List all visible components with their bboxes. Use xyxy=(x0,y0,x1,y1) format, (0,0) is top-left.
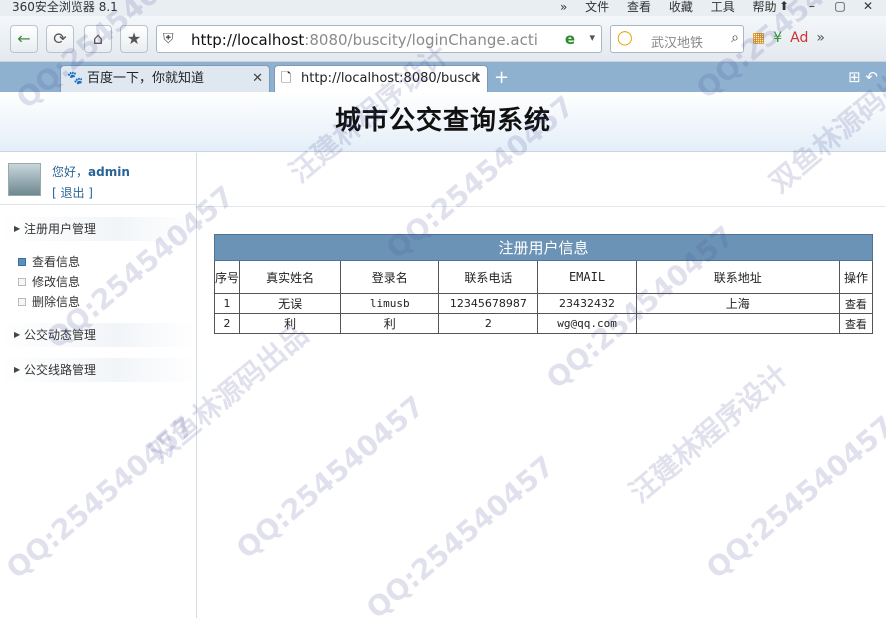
refresh-icon[interactable]: ⟳ xyxy=(46,25,74,53)
tab-tools-icon[interactable]: ⊞ ↶ xyxy=(848,68,878,86)
more-icon[interactable]: » xyxy=(816,30,825,46)
cell-phone: 12345678987 xyxy=(438,293,539,314)
apps-icon[interactable]: ▦ xyxy=(752,30,765,46)
col-header-realname: 真实姓名 xyxy=(239,260,342,294)
cell-email: 23432432 xyxy=(537,293,637,314)
adblock-icon[interactable]: Ad xyxy=(790,30,808,46)
address-bar[interactable]: ⛨ http://localhost:8080/buscity/loginCha… xyxy=(156,25,602,53)
content-top-band xyxy=(198,153,886,207)
shield-icon: ⛨ xyxy=(163,31,174,47)
cell-address xyxy=(635,313,840,334)
sidebar-item-delete[interactable]: 删除信息 xyxy=(18,294,80,310)
minimize-icon[interactable]: – xyxy=(798,0,826,13)
menu-view[interactable]: 查看 xyxy=(627,0,651,14)
address-url[interactable]: http://localhost:8080/buscity/loginChang… xyxy=(191,31,538,49)
browser-menu-bar: » 文件 查看 收藏 工具 帮助 xyxy=(560,0,791,14)
pin-icon[interactable]: ⬆ xyxy=(770,0,798,13)
browser-toolbar: ← ⟳ ⌂ ★ ⛨ http://localhost:8080/buscity/… xyxy=(0,16,886,62)
sidebar-section-bus-news[interactable]: ▶ 公交动态管理 xyxy=(0,323,196,347)
cell-address: 上海 xyxy=(635,293,840,314)
view-link[interactable]: 查看 xyxy=(838,313,874,334)
page-icon: 🗋 xyxy=(281,71,292,86)
col-header-login: 登录名 xyxy=(340,260,440,294)
sidebar-item-view[interactable]: 查看信息 xyxy=(18,254,80,270)
page-title: 城市公交查询系统 xyxy=(334,106,551,136)
search-engine-icon[interactable]: ◯ xyxy=(617,30,633,46)
sidebar: 您好，admin [ 退出 ] ▶ 注册用户管理 查看信息 修改信息 删除信息 … xyxy=(0,153,197,618)
paw-icon: 🐾 xyxy=(67,71,84,86)
bullet-icon xyxy=(18,298,26,306)
bullet-icon xyxy=(18,258,26,266)
sidebar-section-user-management[interactable]: ▶ 注册用户管理 xyxy=(0,217,196,241)
page-header: 城市公交查询系统 xyxy=(0,92,886,152)
col-header-index: 序号 xyxy=(213,260,241,294)
home-icon[interactable]: ⌂ xyxy=(84,25,112,53)
cell-index: 1 xyxy=(213,293,241,314)
sidebar-section-bus-routes[interactable]: ▶ 公交线路管理 xyxy=(0,358,196,382)
bullet-icon xyxy=(18,278,26,286)
new-tab-icon[interactable]: + xyxy=(494,67,509,88)
table-header-row: 序号 真实姓名 登录名 联系电话 EMAIL 联系地址 操作 xyxy=(213,260,874,294)
triangle-right-icon: ▶ xyxy=(14,224,21,233)
tab-localhost[interactable]: 🗋 http://localhost:8080/buscit ✕ xyxy=(274,65,488,92)
browser-title-bar: 360安全浏览器 8.1 » 文件 查看 收藏 工具 帮助 ⬆ – ▢ ✕ xyxy=(0,0,886,16)
ie-mode-icon[interactable]: e xyxy=(565,30,575,48)
close-icon[interactable]: ✕ xyxy=(252,66,263,91)
chevron-down-icon[interactable]: ▾ xyxy=(589,31,595,44)
search-box[interactable]: ◯ 武汉地铁 ⌕ xyxy=(610,25,744,53)
logout-link[interactable]: [ 退出 ] xyxy=(52,184,93,201)
star-icon[interactable]: ★ xyxy=(120,25,148,53)
cell-login: limusb xyxy=(340,293,440,314)
menu-favorites[interactable]: 收藏 xyxy=(669,0,693,14)
cell-phone: 2 xyxy=(438,313,539,334)
user-table: 注册用户信息 序号 真实姓名 登录名 联系电话 EMAIL 联系地址 操作 1 … xyxy=(213,234,874,334)
menu-file[interactable]: 文件 xyxy=(585,0,609,14)
window-controls: ⬆ – ▢ ✕ xyxy=(770,0,882,13)
close-icon[interactable]: ✕ xyxy=(470,66,481,91)
tab-bar: 🐾 百度一下，你就知道 ✕ 🗋 http://localhost:8080/bu… xyxy=(0,62,886,92)
table-row: 1 无误 limusb 12345678987 23432432 上海 查看 xyxy=(213,293,874,314)
close-window-icon[interactable]: ✕ xyxy=(854,0,882,13)
user-panel: 您好，admin [ 退出 ] xyxy=(0,153,196,205)
username: admin xyxy=(88,165,130,179)
toolbar-extensions: ▦ ¥ Ad » xyxy=(752,30,825,46)
main-content: 注册用户信息 序号 真实姓名 登录名 联系电话 EMAIL 联系地址 操作 1 … xyxy=(198,153,886,618)
search-input[interactable]: 武汉地铁 xyxy=(651,32,703,51)
back-icon[interactable]: ← xyxy=(10,25,38,53)
payment-icon[interactable]: ¥ xyxy=(773,30,782,46)
view-link[interactable]: 查看 xyxy=(838,293,874,314)
triangle-right-icon: ▶ xyxy=(14,330,21,339)
tab-label: 百度一下，你就知道 xyxy=(87,71,205,86)
col-header-action: 操作 xyxy=(838,260,874,294)
search-icon[interactable]: ⌕ xyxy=(731,30,739,46)
menu-tools[interactable]: 工具 xyxy=(711,0,735,14)
table-caption: 注册用户信息 xyxy=(214,234,873,261)
cell-realname: 利 xyxy=(239,313,342,334)
sidebar-item-edit[interactable]: 修改信息 xyxy=(18,274,80,290)
triangle-right-icon: ▶ xyxy=(14,365,21,374)
browser-app-title: 360安全浏览器 8.1 xyxy=(12,0,118,14)
greeting: 您好，admin xyxy=(52,165,130,179)
menu-arrow-icon[interactable]: » xyxy=(560,0,567,14)
col-header-email: EMAIL xyxy=(537,260,637,294)
col-header-address: 联系地址 xyxy=(635,260,840,294)
col-header-phone: 联系电话 xyxy=(438,260,539,294)
cell-index: 2 xyxy=(213,313,241,334)
cell-login: 利 xyxy=(340,313,440,334)
tab-baidu[interactable]: 🐾 百度一下，你就知道 ✕ xyxy=(60,65,270,92)
avatar xyxy=(8,163,41,196)
maximize-icon[interactable]: ▢ xyxy=(826,0,854,13)
tab-label: http://localhost:8080/buscit xyxy=(301,71,481,86)
cell-realname: 无误 xyxy=(239,293,342,314)
cell-email: wg@qq.com xyxy=(537,313,637,334)
table-row: 2 利 利 2 wg@qq.com 查看 xyxy=(213,313,874,334)
